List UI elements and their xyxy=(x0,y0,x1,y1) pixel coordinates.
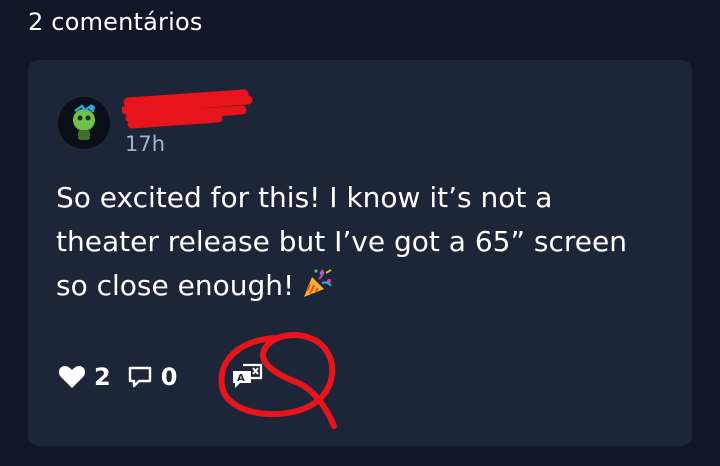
heart-icon xyxy=(58,366,86,388)
comment-actions: 2 0 A xyxy=(58,360,263,394)
likes-count: 2 xyxy=(94,363,111,391)
like-button[interactable]: 2 xyxy=(58,362,111,392)
comments-count-title: 2 comentários xyxy=(28,8,203,36)
svg-text:A: A xyxy=(237,373,245,384)
comment-card: 17h So excited for this! I know it’s not… xyxy=(28,60,692,446)
avatar-character-icon xyxy=(58,97,110,149)
redacted-username-mark xyxy=(122,89,253,129)
translate-icon: A xyxy=(233,363,263,388)
reply-button[interactable]: 0 xyxy=(127,362,178,392)
avatar[interactable] xyxy=(58,97,110,149)
translate-button[interactable]: A xyxy=(231,363,263,391)
comment-icon xyxy=(128,366,151,388)
party-popper-icon xyxy=(300,267,334,312)
comment-body-text: So excited for this! I know it’s not a t… xyxy=(56,181,627,302)
comment-text: So excited for this! I know it’s not a t… xyxy=(56,176,676,312)
comment-timestamp: 17h xyxy=(125,132,166,156)
replies-count: 0 xyxy=(160,363,178,391)
